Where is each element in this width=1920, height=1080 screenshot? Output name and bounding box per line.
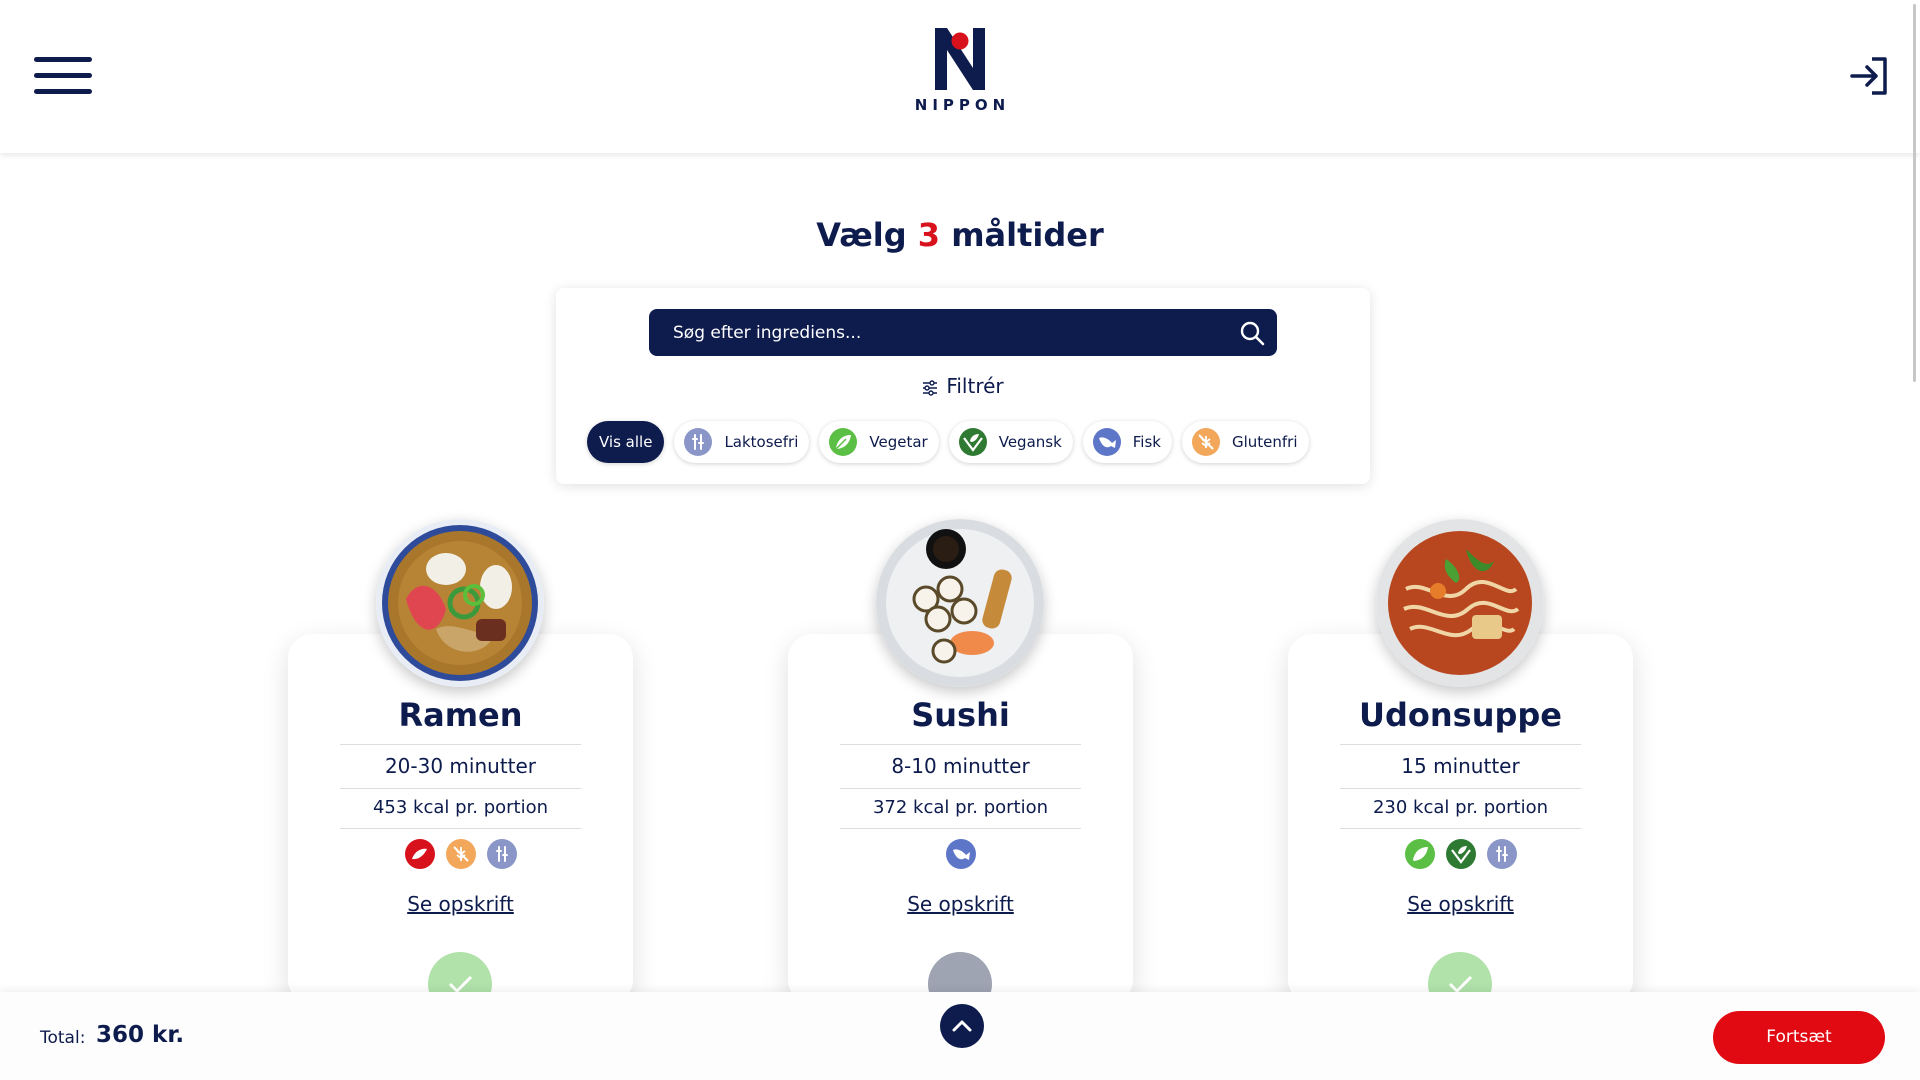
divider [1340,788,1581,789]
search-icon[interactable] [1239,320,1265,346]
lactose-free-icon [486,839,517,869]
meal-diet-icons [788,839,1133,869]
diet-filter-chips: Vis alle Laktosefri Vegetar Vegansk Fisk [587,421,1309,463]
vegetarian-leaf-icon [829,428,858,456]
chip-glutenfri[interactable]: Glutenfri [1181,421,1309,463]
sliders-icon [923,379,938,396]
see-recipe-link[interactable]: Se opskrift [788,892,1133,916]
gluten-free-icon [1191,428,1220,456]
login-arrow-icon[interactable] [1848,54,1892,98]
see-recipe-link[interactable]: Se opskrift [288,892,633,916]
divider [340,744,581,745]
chip-vegetar[interactable]: Vegetar [819,421,939,463]
site-header: NIPPON [0,0,1920,153]
meal-card-ramen: Ramen 20-30 minutter 453 kcal pr. portio… [288,634,633,1016]
meal-diet-icons [1288,839,1633,869]
lactose-free-icon [684,428,713,456]
lactose-free-icon [1486,839,1517,869]
chili-icon [404,839,435,869]
logo-text: NIPPON [914,96,1011,114]
page-title: Vælg 3 måltider [0,216,1920,254]
sushi-image [876,519,1044,687]
chevron-up-icon [952,1020,972,1032]
see-recipe-link[interactable]: Se opskrift [1288,892,1633,916]
chip-vegansk[interactable]: Vegansk [948,421,1073,463]
chip-label: Vegetar [869,433,928,451]
chip-label: Laktosefri [724,433,799,451]
chip-vis-alle[interactable]: Vis alle [587,421,665,463]
total-price: 360 kr. [96,1022,185,1048]
title-prefix: Vælg [816,216,907,254]
divider [1340,828,1581,829]
search-input[interactable] [649,309,1219,356]
chip-laktosefri[interactable]: Laktosefri [674,421,810,463]
nippon-logo[interactable]: NIPPON [905,26,1015,121]
divider [1340,744,1581,745]
meal-title: Ramen [398,696,523,734]
meal-time: 8-10 minutter [891,754,1030,778]
hamburger-menu-icon[interactable] [34,57,92,95]
chip-fisk[interactable]: Fisk [1082,421,1172,463]
ramen-image [376,519,544,687]
meal-time: 15 minutter [1401,754,1520,778]
filter-label: Filtrér [946,374,1004,398]
divider [340,788,581,789]
meal-card-udonsuppe: Udonsuppe 15 minutter 230 kcal pr. porti… [1288,634,1633,1016]
meal-kcal: 453 kcal pr. portion [372,797,549,818]
fish-icon [945,839,976,869]
divider [840,828,1081,829]
chip-label: Vis alle [599,433,653,451]
page-scrollbar[interactable] [1913,4,1916,382]
chip-label: Vegansk [998,433,1062,451]
filter-button[interactable]: Filtrér [556,374,1370,398]
meal-kcal: 372 kcal pr. portion [872,797,1049,818]
gluten-free-icon [445,839,476,869]
meal-card-sushi: Sushi 8-10 minutter 372 kcal pr. portion… [788,634,1133,1016]
meal-title: Udonsuppe [1359,696,1562,734]
meal-count: 3 [917,216,941,254]
scroll-to-top-button[interactable] [940,1004,984,1048]
vegan-leaf-icon [958,428,987,456]
chip-label: Glutenfri [1231,433,1298,451]
udonsuppe-image [1376,519,1544,687]
divider [840,744,1081,745]
divider [840,788,1081,789]
fish-icon [1092,428,1121,456]
filter-panel: Filtrér Vis alle Laktosefri Vegetar Vega… [556,288,1370,484]
total-label: Total: [40,1028,86,1048]
chip-label: Fisk [1132,433,1161,451]
vegan-leaf-icon [1445,839,1476,869]
logo-mark [935,28,985,90]
search-bar [649,309,1277,356]
meal-kcal: 230 kcal pr. portion [1372,797,1549,818]
vegetarian-leaf-icon [1404,839,1435,869]
divider [340,828,581,829]
continue-button[interactable]: Fortsæt [1713,1011,1885,1064]
meal-title: Sushi [911,696,1010,734]
meal-diet-icons [288,839,633,869]
title-suffix: måltider [951,216,1104,254]
meal-time: 20-30 minutter [384,754,537,778]
